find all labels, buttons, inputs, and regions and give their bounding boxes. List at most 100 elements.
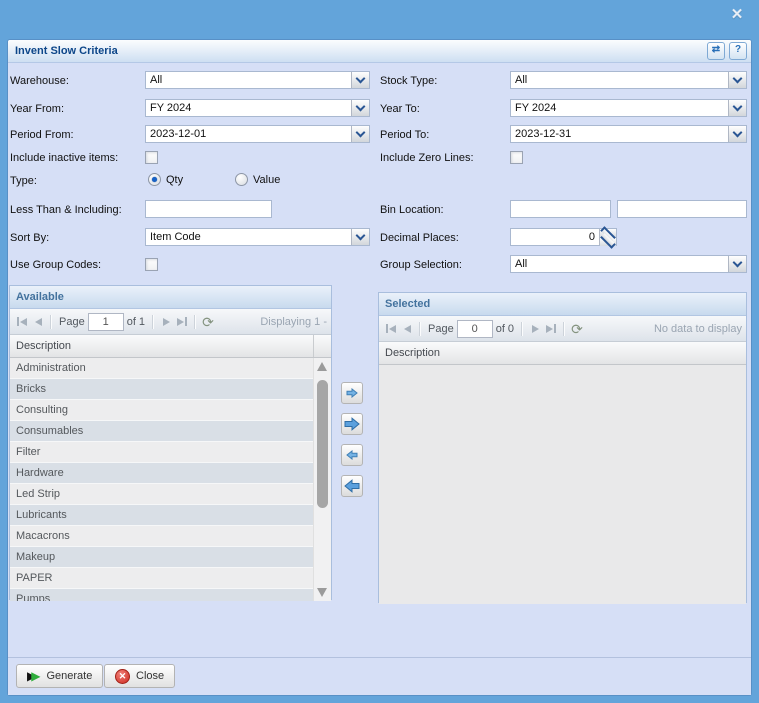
move-all-left-button[interactable] (341, 475, 363, 497)
list-item[interactable]: Hardware (10, 463, 314, 484)
refresh-icon[interactable]: ⟳ (571, 322, 583, 336)
refresh-icon[interactable]: ⟳ (202, 315, 214, 329)
list-item[interactable]: Led Strip (10, 484, 314, 505)
group-selection-value[interactable] (511, 256, 728, 272)
move-all-right-button[interactable] (341, 413, 363, 435)
stock-type-combobox[interactable] (510, 71, 747, 89)
list-item[interactable]: Bricks (10, 379, 314, 400)
previous-page-icon[interactable] (399, 321, 415, 337)
description-column-header[interactable]: Description (10, 340, 313, 352)
year-to-value[interactable] (511, 100, 728, 116)
list-item[interactable]: Makeup (10, 547, 314, 568)
last-page-icon[interactable] (543, 321, 559, 337)
available-grid-header[interactable]: Description (10, 335, 331, 358)
next-page-icon[interactable] (158, 314, 174, 330)
list-item[interactable]: Macacrons (10, 526, 314, 547)
page-count-label: of 1 (127, 316, 145, 328)
first-page-icon[interactable] (383, 321, 399, 337)
chevron-down-icon[interactable] (351, 126, 369, 142)
year-from-value[interactable] (146, 100, 351, 116)
group-selection-combobox[interactable] (510, 255, 747, 273)
list-item[interactable]: Pumps (10, 589, 314, 601)
next-page-icon[interactable] (527, 321, 543, 337)
list-item[interactable]: Administration (10, 358, 314, 379)
list-item[interactable]: PAPER (10, 568, 314, 589)
scrollbar-thumb[interactable] (317, 380, 328, 508)
pager-status: No data to display (585, 323, 742, 335)
list-item[interactable]: Filter (10, 442, 314, 463)
page-label: Page (59, 316, 85, 328)
less-than-input[interactable] (146, 201, 271, 217)
chevron-down-icon[interactable] (351, 229, 369, 245)
scroll-up-icon[interactable] (317, 362, 327, 371)
generate-button-label: Generate (46, 670, 92, 682)
first-page-icon[interactable] (14, 314, 30, 330)
stock-type-value[interactable] (511, 72, 728, 88)
radio-icon[interactable] (235, 173, 248, 186)
selected-panel-title: Selected (379, 298, 430, 310)
sort-by-combobox[interactable] (145, 228, 370, 246)
description-column-header[interactable]: Description (379, 347, 746, 359)
bin-location-input-2[interactable] (618, 201, 746, 217)
bin-location-label: Bin Location: (380, 204, 444, 216)
help-icon[interactable]: ? (729, 42, 747, 60)
close-button[interactable]: ✕ Close (104, 664, 175, 688)
close-button-label: Close (136, 670, 164, 682)
page-count-label: of 0 (496, 323, 514, 335)
chevron-down-icon[interactable] (728, 126, 746, 142)
selected-grid-header[interactable]: Description (379, 342, 746, 365)
chevron-down-icon[interactable] (728, 100, 746, 116)
period-to-label: Period To: (380, 129, 429, 141)
bin-location-input-1[interactable] (511, 201, 610, 217)
run-icon: ▶▶ (27, 670, 40, 682)
chevron-down-icon[interactable] (728, 256, 746, 272)
radio-icon[interactable] (148, 173, 161, 186)
available-panel: Available Page of 1 ⟳ Displaying 1 - Des… (9, 285, 332, 600)
warehouse-combobox[interactable] (145, 71, 370, 89)
close-icon[interactable]: ✕ (728, 6, 746, 24)
previous-page-icon[interactable] (30, 314, 46, 330)
decimal-places-input[interactable] (511, 229, 599, 245)
chevron-down-icon[interactable] (351, 100, 369, 116)
column-spacer (313, 335, 331, 357)
decimal-places-spinner[interactable] (510, 228, 617, 246)
scrollbar[interactable] (313, 358, 331, 601)
warehouse-value[interactable] (146, 72, 351, 88)
move-right-button[interactable] (341, 382, 363, 404)
chevron-down-icon[interactable] (351, 72, 369, 88)
page-number-input[interactable] (88, 313, 124, 331)
include-inactive-checkbox[interactable] (145, 151, 158, 164)
scroll-down-icon[interactable] (317, 588, 327, 597)
period-to-combobox[interactable] (510, 125, 747, 143)
less-than-field[interactable] (145, 200, 272, 218)
generate-button[interactable]: ▶▶ Generate (16, 664, 103, 688)
include-inactive-label: Include inactive items: (10, 152, 118, 164)
sort-by-value[interactable] (146, 229, 351, 245)
selected-pager: Page of 0 ⟳ No data to display (379, 316, 746, 342)
move-left-button[interactable] (341, 444, 363, 466)
list-item[interactable]: Consumables (10, 421, 314, 442)
available-grid-body: AdministrationBricksConsultingConsumable… (10, 358, 331, 601)
list-item[interactable]: Lubricants (10, 505, 314, 526)
chevron-down-icon[interactable] (728, 72, 746, 88)
use-group-codes-checkbox[interactable] (145, 258, 158, 271)
available-panel-title: Available (10, 291, 64, 303)
period-to-value[interactable] (511, 126, 728, 142)
bin-location-field-2[interactable] (617, 200, 747, 218)
last-page-icon[interactable] (174, 314, 190, 330)
page-number-input[interactable] (457, 320, 493, 338)
period-from-value[interactable] (146, 126, 351, 142)
year-from-combobox[interactable] (145, 99, 370, 117)
include-zero-label: Include Zero Lines: (380, 152, 474, 164)
bin-location-field-1[interactable] (510, 200, 611, 218)
year-to-combobox[interactable] (510, 99, 747, 117)
available-pager: Page of 1 ⟳ Displaying 1 - (10, 309, 331, 335)
period-from-combobox[interactable] (145, 125, 370, 143)
refresh-icon[interactable]: ⇄ (707, 42, 725, 60)
dialog-header: Invent Slow Criteria ⇄ ? (8, 40, 751, 63)
include-zero-checkbox[interactable] (510, 151, 523, 164)
list-item[interactable]: Consulting (10, 400, 314, 421)
type-radio-value[interactable]: Value (235, 173, 280, 186)
type-radio-qty[interactable]: Qty (148, 173, 183, 186)
available-panel-header: Available (10, 286, 331, 309)
